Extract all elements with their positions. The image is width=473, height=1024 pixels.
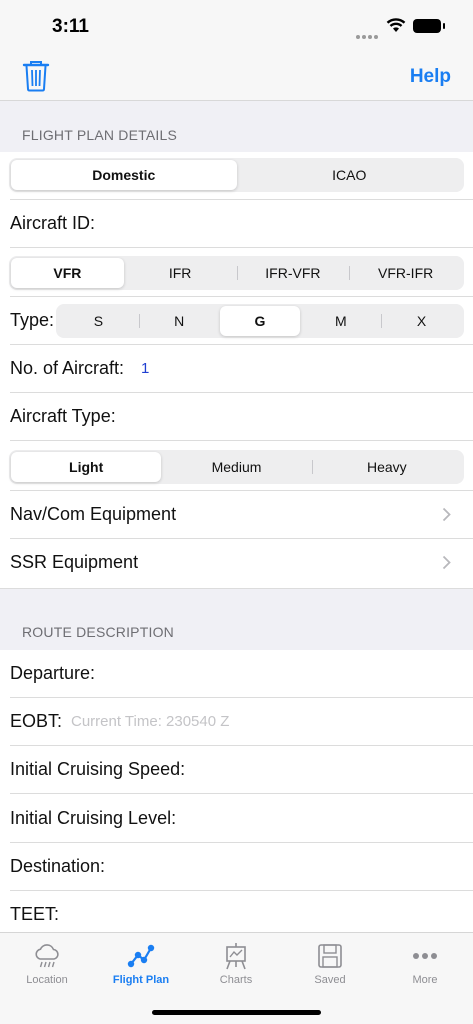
section-header-flight-plan: FLIGHT PLAN DETAILS (0, 101, 473, 153)
nav-com-label: Nav/Com Equipment (10, 504, 177, 524)
segment-ifr-vfr[interactable]: IFR-VFR (236, 258, 350, 288)
departure-label: Departure: (10, 663, 96, 683)
cruise-level-label: Initial Cruising Level: (10, 808, 177, 828)
nav-com-equipment-row[interactable]: Nav/Com Equipment (0, 491, 473, 539)
wake-category-row: Light Medium Heavy (0, 441, 473, 491)
ssr-label: SSR Equipment (10, 552, 139, 572)
type-label: Type: (10, 310, 55, 330)
segment-vfr-ifr[interactable]: VFR-IFR (349, 258, 462, 288)
easel-icon (226, 943, 246, 970)
type-row: Type: S N G M X (0, 297, 473, 345)
segment-medium[interactable]: Medium (161, 452, 311, 482)
segment-type-m[interactable]: M (300, 306, 381, 336)
aircraft-id-label: Aircraft ID: (10, 213, 96, 233)
tab-flight-plan[interactable]: Flight Plan (94, 933, 188, 993)
ellipsis-icon (413, 953, 437, 959)
cruise-speed-row[interactable]: Initial Cruising Speed: (0, 746, 473, 794)
aircraft-id-row[interactable]: Aircraft ID: (0, 200, 473, 248)
wake-category-segmented-control[interactable]: Light Medium Heavy (9, 450, 464, 484)
segment-type-n[interactable]: N (138, 306, 220, 336)
battery-icon (413, 19, 445, 33)
type-segmented-control[interactable]: S N G M X (56, 304, 464, 338)
teet-row[interactable]: TEET: (0, 891, 473, 932)
flight-rules-segmented-control[interactable]: VFR IFR IFR-VFR VFR-IFR (9, 256, 464, 290)
segment-light[interactable]: Light (11, 452, 162, 482)
eobt-input[interactable]: Current Time: 230540 Z (71, 713, 229, 730)
num-aircraft-label: No. of Aircraft: (10, 358, 125, 378)
tab-charts[interactable]: Charts (189, 933, 283, 993)
route-icon (127, 944, 155, 968)
status-bar: 3:11 (0, 0, 473, 52)
num-aircraft-row[interactable]: No. of Aircraft: 1 (0, 345, 473, 393)
tab-more[interactable]: More (378, 933, 472, 993)
eobt-label: EOBT: (10, 711, 63, 731)
chevron-right-icon (442, 555, 451, 570)
segment-icao[interactable]: ICAO (237, 160, 463, 190)
segment-type-g[interactable]: G (219, 306, 301, 336)
floppy-disk-icon (318, 944, 342, 968)
home-indicator (152, 1010, 321, 1015)
cloud-rain-icon (35, 944, 59, 968)
tab-location[interactable]: Location (0, 933, 94, 993)
section-header-route: ROUTE DESCRIPTION (0, 588, 473, 650)
plan-type-row: Domestic ICAO (0, 152, 473, 200)
cruise-level-row[interactable]: Initial Cruising Level: (0, 795, 473, 843)
help-button[interactable]: Help (410, 66, 451, 88)
flight-rules-row: VFR IFR IFR-VFR VFR-IFR (0, 248, 473, 297)
destination-label: Destination: (10, 856, 106, 876)
segment-type-x[interactable]: X (381, 306, 462, 336)
destination-row[interactable]: Destination: (0, 843, 473, 891)
aircraft-type-row[interactable]: Aircraft Type: (0, 393, 473, 441)
cruise-speed-label: Initial Cruising Speed: (10, 759, 186, 779)
segment-ifr[interactable]: IFR (124, 258, 237, 288)
eobt-row[interactable]: EOBT: Current Time: 230540 Z (0, 698, 473, 746)
segment-vfr[interactable]: VFR (11, 258, 124, 288)
tab-saved[interactable]: Saved (283, 933, 377, 993)
aircraft-type-label: Aircraft Type: (10, 406, 116, 426)
segment-domestic[interactable]: Domestic (11, 160, 237, 190)
segment-heavy[interactable]: Heavy (311, 452, 462, 482)
plan-type-segmented-control[interactable]: Domestic ICAO (9, 158, 464, 192)
wifi-icon (386, 18, 406, 32)
cellular-dots-icon (356, 26, 380, 44)
chevron-right-icon (442, 507, 451, 522)
num-aircraft-value[interactable]: 1 (141, 360, 149, 377)
teet-label: TEET: (10, 904, 60, 924)
departure-row[interactable]: Departure: (0, 650, 473, 698)
trash-icon[interactable] (22, 60, 50, 92)
navigation-bar: Help (0, 52, 473, 101)
ssr-equipment-row[interactable]: SSR Equipment (0, 539, 473, 588)
status-time: 3:11 (52, 16, 89, 37)
segment-type-s[interactable]: S (58, 306, 139, 336)
